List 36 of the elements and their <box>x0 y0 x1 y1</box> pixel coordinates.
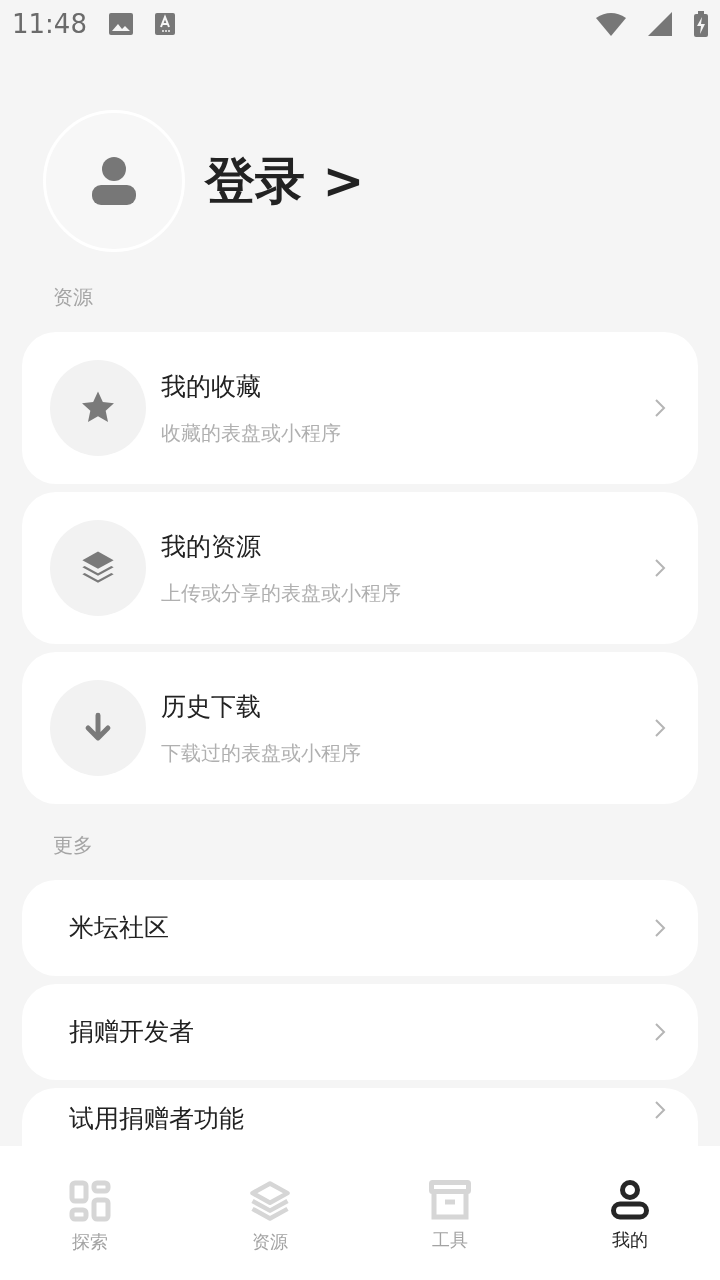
person-icon <box>92 157 136 205</box>
chevron-right-icon <box>654 918 666 938</box>
menu-row[interactable]: 试用捐赠者功能 <box>22 1088 698 1146</box>
card-subtitle: 下载过的表盘或小程序 <box>161 739 361 767</box>
chevron-right-icon <box>654 398 666 418</box>
chevron-right-icon <box>654 1100 666 1120</box>
card-subtitle: 上传或分享的表盘或小程序 <box>161 579 401 607</box>
card-title: 我的资源 <box>161 531 261 564</box>
chevron-right-icon <box>654 558 666 578</box>
section-title: 资源 <box>53 284 93 311</box>
status-time: 11:48 <box>12 7 87 41</box>
menu-card[interactable]: 历史下载 下载过的表盘或小程序 <box>22 652 698 804</box>
menu-row[interactable]: 捐赠开发者 <box>22 984 698 1080</box>
login-link[interactable]: 登录 > <box>205 143 365 219</box>
keyboard-a-icon <box>154 13 175 35</box>
menu-card[interactable]: 我的收藏 收藏的表盘或小程序 <box>22 332 698 484</box>
menu-card[interactable]: 我的资源 上传或分享的表盘或小程序 <box>22 492 698 644</box>
card-title: 历史下载 <box>161 691 261 724</box>
battery-charging-icon <box>694 11 708 37</box>
signal-icon <box>648 12 672 36</box>
archive-box-icon <box>429 1180 471 1220</box>
row-title: 试用捐赠者功能 <box>69 1103 245 1135</box>
grid-icon <box>69 1180 111 1222</box>
chevron-right-icon <box>654 1022 666 1042</box>
row-title: 捐赠开发者 <box>69 1016 195 1049</box>
card-subtitle: 收藏的表盘或小程序 <box>161 419 341 447</box>
card-title: 我的收藏 <box>161 371 261 404</box>
section-title: 更多 <box>53 832 93 859</box>
nav-tab[interactable]: 我的 <box>540 1146 720 1280</box>
image-icon <box>108 13 133 35</box>
user-icon <box>611 1180 649 1220</box>
chevron-right-icon <box>654 718 666 738</box>
menu-row[interactable]: 米坛社区 <box>22 880 698 976</box>
wifi-icon <box>596 12 626 36</box>
layers-icon <box>249 1180 291 1222</box>
row-title: 米坛社区 <box>69 912 170 945</box>
